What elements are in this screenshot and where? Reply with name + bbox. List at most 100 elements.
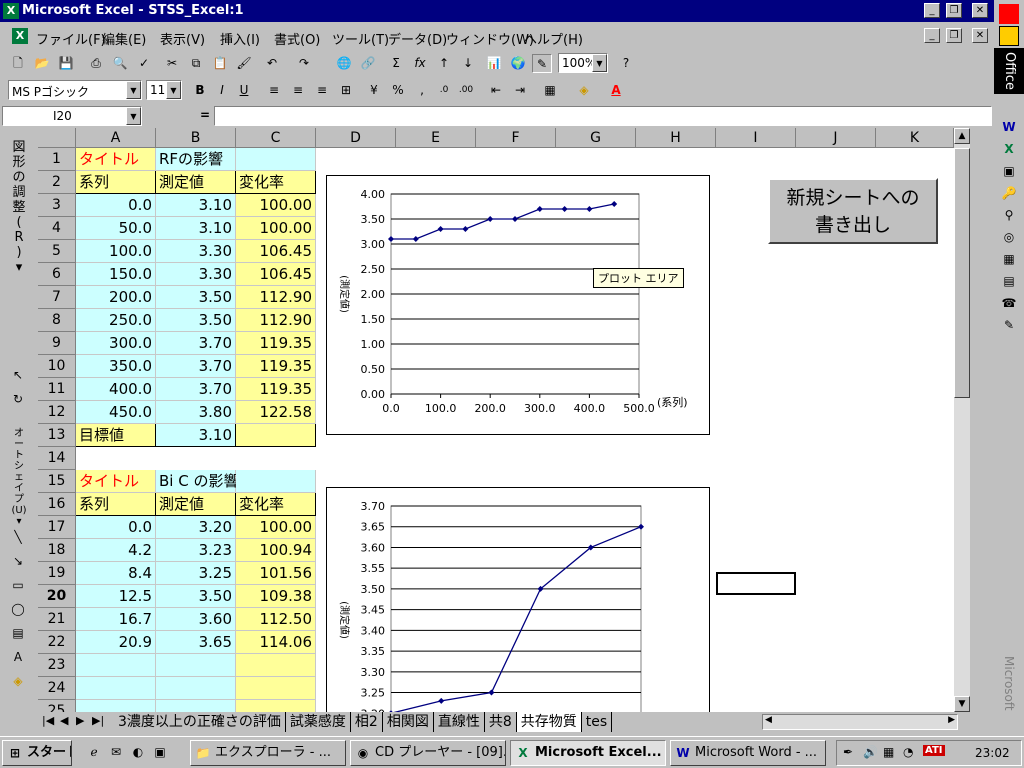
cell[interactable]: 3.80 [156,401,236,424]
oval-icon[interactable]: ◯ [8,600,28,619]
journal-icon[interactable]: ✎ [999,316,1019,335]
workbook-icon[interactable]: X [12,28,28,44]
col-header-j[interactable]: J [796,128,876,148]
cell[interactable]: 目標値 [76,424,156,447]
tab-next-icon[interactable]: ▶ [76,714,84,727]
cell[interactable]: 150.0 [76,263,156,286]
network-icon[interactable]: ▦ [883,745,894,759]
cell[interactable] [76,654,156,677]
doc-close-button[interactable]: ✕ [972,28,988,43]
merge-center-icon[interactable]: ⊞ [336,81,356,100]
cell[interactable]: 16.7 [76,608,156,631]
cell[interactable] [236,148,316,171]
chevron-down-icon[interactable]: ▼ [166,81,181,99]
cell[interactable]: 測定値 [156,171,236,194]
row-header[interactable]: 2 [38,171,76,194]
autoshapes-menu[interactable]: オートシェイプ (U) ▾ [10,428,28,527]
sheet-tab[interactable]: tes [582,712,613,732]
col-header-e[interactable]: E [396,128,476,148]
textbox-icon[interactable]: ▤ [8,624,28,643]
cell[interactable]: 3.65 [156,631,236,654]
word-icon[interactable]: W [999,118,1019,137]
cut-icon[interactable]: ✂ [162,54,182,73]
horizontal-scrollbar[interactable]: ◀ ▶ [762,714,958,730]
decrease-decimal-icon[interactable]: .00 [456,81,476,100]
cell[interactable]: 100.0 [76,240,156,263]
menu-view[interactable]: 表示(V) [160,29,205,48]
col-header-g[interactable]: G [556,128,636,148]
function-icon[interactable]: fx [410,54,430,73]
col-header-c[interactable]: C [236,128,316,148]
row-header[interactable]: 17 [38,516,76,539]
chevron-down-icon[interactable]: ▼ [126,81,141,99]
sheet-tab[interactable]: 試薬感度 [286,712,351,732]
minimize-button[interactable]: _ [924,3,940,18]
cell[interactable]: 系列 [76,171,156,194]
chart-wizard-icon[interactable]: 📊 [484,54,504,73]
tab-last-icon[interactable]: ▶| [92,714,104,727]
cell[interactable]: 350.0 [76,355,156,378]
format-painter-icon[interactable]: 🖌 [234,54,254,73]
font-name-select[interactable]: MS Pゴシック ▼ [8,80,142,100]
arrow-icon[interactable]: ↘ [8,552,28,571]
cell[interactable]: 3.25 [156,562,236,585]
worksheet[interactable]: A B C D E F G H I J K 1 2 3 4 5 6 7 8 9 10 11 12 13 1… [38,128,970,712]
close-button[interactable]: ✕ [972,3,988,18]
cell[interactable]: 3.50 [156,309,236,332]
scroll-up-icon[interactable]: ▲ [954,128,970,144]
sheet-tab[interactable]: 共存物質 [516,712,582,732]
cell[interactable]: 114.06 [236,631,316,654]
vertical-scrollbar[interactable]: ▲ ▼ [954,128,970,712]
cell[interactable]: 300.0 [76,332,156,355]
menu-data[interactable]: データ(D) [388,29,447,48]
menu-window[interactable]: ウィンドウ(W) [446,29,534,48]
cell[interactable]: 3.10 [156,424,236,447]
cell[interactable]: 3.30 [156,263,236,286]
autosum-icon[interactable]: Σ [386,54,406,73]
col-header-k[interactable]: K [876,128,954,148]
outlook-express-icon[interactable]: ✉ [106,743,126,762]
hyperlink-icon[interactable]: 🌐 [334,54,354,73]
cell[interactable]: 50.0 [76,217,156,240]
row-header[interactable]: 15 [38,470,76,493]
open-icon[interactable]: 📂 [32,54,52,73]
ati-icon[interactable]: ATI [923,745,945,756]
cell[interactable]: RFの影響 [156,148,236,171]
row-header[interactable]: 24 [38,677,76,700]
note-icon[interactable]: ▤ [999,272,1019,291]
increase-indent-icon[interactable]: ⇥ [510,81,530,100]
doc-restore-button[interactable]: ❐ [946,28,962,43]
cell[interactable]: 100.00 [236,217,316,240]
cell[interactable] [236,654,316,677]
cell[interactable]: 106.45 [236,240,316,263]
cell[interactable]: 112.50 [236,608,316,631]
mouse-icon[interactable]: ◔ [903,745,913,759]
col-header-a[interactable]: A [76,128,156,148]
row-header[interactable]: 5 [38,240,76,263]
chart-rf[interactable]: 4.00 3.50 3.00 2.50 2.00 1.50 1.00 0.50 0.00 0.0 1… [326,175,710,435]
cell[interactable]: 101.56 [236,562,316,585]
cell[interactable]: 450.0 [76,401,156,424]
cell[interactable] [156,654,236,677]
cell[interactable]: 112.90 [236,286,316,309]
menu-tools[interactable]: ツール(T) [332,29,389,48]
cell[interactable]: 100.00 [236,194,316,217]
col-header-f[interactable]: F [476,128,556,148]
internet-explorer-icon[interactable]: ℯ [84,743,104,762]
cell[interactable]: 3.70 [156,378,236,401]
cell[interactable]: 3.23 [156,539,236,562]
row-header[interactable]: 20 [38,585,76,608]
line-icon[interactable]: ╲ [8,528,28,547]
print-icon[interactable]: ⎙ [86,54,106,73]
schedule-icon[interactable]: ▦ [999,250,1019,269]
save-icon[interactable]: 💾 [56,54,76,73]
font-color-icon[interactable]: A [606,81,626,100]
row-header[interactable]: 22 [38,631,76,654]
cell[interactable]: 100.94 [236,539,316,562]
new-icon[interactable]: 🗋 [8,54,28,73]
powerpoint-icon[interactable]: ▣ [999,162,1019,181]
fill-color-icon[interactable]: ◈ [574,81,594,100]
col-header-i[interactable]: I [716,128,796,148]
cell[interactable]: 250.0 [76,309,156,332]
cell[interactable] [156,700,236,712]
